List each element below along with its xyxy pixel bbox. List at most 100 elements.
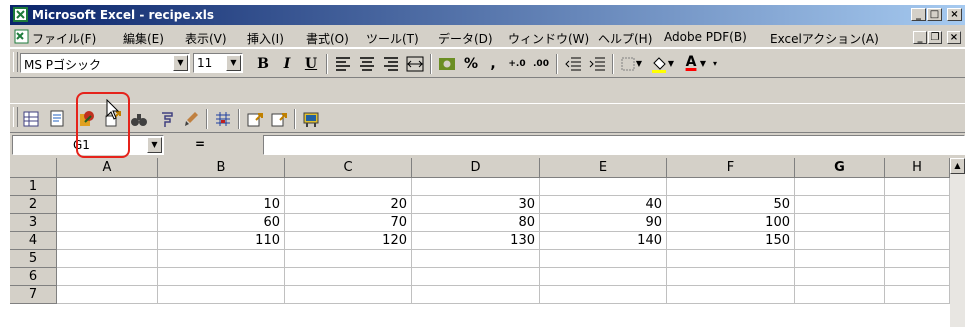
chevron-down-icon[interactable]: ▼ (173, 55, 188, 71)
decrease-decimal-button[interactable]: .00 (530, 53, 552, 75)
sheet-icon[interactable] (46, 108, 68, 130)
chevron-down-icon[interactable]: ▼ (226, 55, 241, 71)
cell-d1[interactable] (412, 178, 540, 196)
cell-b7[interactable] (158, 286, 285, 304)
cell-c7[interactable] (285, 286, 412, 304)
indent-icon[interactable] (586, 53, 608, 75)
binoculars-icon[interactable] (128, 108, 150, 130)
row-header-7[interactable]: 7 (10, 286, 57, 304)
cell-g7[interactable] (795, 286, 885, 304)
cell-b5[interactable] (158, 250, 285, 268)
menu-file[interactable]: ファイル(F) (32, 30, 96, 47)
cell-a2[interactable] (57, 196, 158, 214)
cell-b4[interactable]: 110 (158, 232, 285, 250)
menu-excel-action[interactable]: Excelアクション(A) (770, 30, 879, 47)
chevron-down-icon[interactable]: ▼ (634, 53, 644, 75)
menu-tools[interactable]: ツール(T) (366, 30, 419, 47)
row-header-6[interactable]: 6 (10, 268, 57, 286)
cell-e7[interactable] (540, 286, 667, 304)
formula-input[interactable] (263, 135, 965, 155)
formula-icon[interactable] (156, 108, 178, 130)
cell-b2[interactable]: 10 (158, 196, 285, 214)
minimize-button[interactable]: _ (911, 8, 926, 21)
cell-c4[interactable]: 120 (285, 232, 412, 250)
row-header-2[interactable]: 2 (10, 196, 57, 214)
currency-icon[interactable] (436, 53, 458, 75)
cell-e1[interactable] (540, 178, 667, 196)
cell-c3[interactable]: 70 (285, 214, 412, 232)
column-header-d[interactable]: D (412, 158, 540, 178)
cell-a5[interactable] (57, 250, 158, 268)
row-header-5[interactable]: 5 (10, 250, 57, 268)
cell-b6[interactable] (158, 268, 285, 286)
cell-b1[interactable] (158, 178, 285, 196)
cell-e6[interactable] (540, 268, 667, 286)
close-button[interactable]: × (947, 8, 962, 21)
cell-b3[interactable]: 60 (158, 214, 285, 232)
increase-decimal-button[interactable]: +.0 (506, 53, 528, 75)
cell-f6[interactable] (667, 268, 795, 286)
cell-f4[interactable]: 150 (667, 232, 795, 250)
cell-f3[interactable]: 100 (667, 214, 795, 232)
chevron-down-icon[interactable]: ▼ (698, 53, 708, 75)
column-header-h[interactable]: H (885, 158, 950, 178)
cell-a7[interactable] (57, 286, 158, 304)
row-header-4[interactable]: 4 (10, 232, 57, 250)
cell-c5[interactable] (285, 250, 412, 268)
cell-g4[interactable] (795, 232, 885, 250)
cell-d5[interactable] (412, 250, 540, 268)
cell-d4[interactable]: 130 (412, 232, 540, 250)
cell-e4[interactable]: 140 (540, 232, 667, 250)
cell-g5[interactable] (795, 250, 885, 268)
cell-a6[interactable] (57, 268, 158, 286)
font-name-select[interactable]: MS Pゴシック ▼ (20, 53, 190, 73)
menu-view[interactable]: 表示(V) (185, 30, 227, 47)
align-center-icon[interactable] (356, 53, 378, 75)
cell-h3[interactable] (885, 214, 950, 232)
align-left-icon[interactable] (332, 53, 354, 75)
chevron-down-icon[interactable]: ▼ (147, 137, 162, 153)
cell-h2[interactable] (885, 196, 950, 214)
menu-edit[interactable]: 編集(E) (123, 30, 164, 47)
underline-button[interactable]: U (300, 53, 322, 75)
column-header-c[interactable]: C (285, 158, 412, 178)
column-header-g[interactable]: G (795, 158, 885, 178)
cell-a4[interactable] (57, 232, 158, 250)
menu-insert[interactable]: 挿入(I) (247, 30, 284, 47)
italic-button[interactable]: I (276, 53, 298, 75)
maximize-button[interactable]: □ (927, 8, 942, 21)
comma-button[interactable]: , (482, 53, 504, 75)
cell-d6[interactable] (412, 268, 540, 286)
cell-g1[interactable] (795, 178, 885, 196)
scroll-up-icon[interactable]: ▲ (950, 158, 965, 174)
toolbar-grip[interactable] (13, 107, 18, 127)
toolbar-grip[interactable] (13, 52, 18, 72)
cell-d3[interactable]: 80 (412, 214, 540, 232)
align-right-icon[interactable] (380, 53, 402, 75)
font-size-select[interactable]: 11 ▼ (193, 53, 243, 73)
cell-f5[interactable] (667, 250, 795, 268)
column-header-a[interactable]: A (57, 158, 158, 178)
cell-g6[interactable] (795, 268, 885, 286)
vertical-scrollbar[interactable]: ▲ (950, 158, 965, 327)
cell-c1[interactable] (285, 178, 412, 196)
cell-e3[interactable]: 90 (540, 214, 667, 232)
row-header-3[interactable]: 3 (10, 214, 57, 232)
menu-data[interactable]: データ(D) (438, 30, 493, 47)
merge-center-icon[interactable] (404, 53, 426, 75)
doc-close-button[interactable]: × (947, 31, 961, 44)
grid-icon[interactable] (212, 108, 234, 130)
percent-button[interactable]: % (460, 53, 482, 75)
doc-restore-button[interactable]: ❐ (928, 31, 942, 44)
column-header-b[interactable]: B (158, 158, 285, 178)
cell-h5[interactable] (885, 250, 950, 268)
cell-d2[interactable]: 30 (412, 196, 540, 214)
cell-a1[interactable] (57, 178, 158, 196)
menu-window[interactable]: ウィンドウ(W) (508, 30, 589, 47)
export-icon[interactable] (244, 108, 266, 130)
row-header-1[interactable]: 1 (10, 178, 57, 196)
menu-help[interactable]: ヘルプ(H) (598, 30, 652, 47)
cell-f2[interactable]: 50 (667, 196, 795, 214)
title-bar[interactable]: Microsoft Excel - recipe.xls _ □ × (10, 5, 965, 25)
cell-c2[interactable]: 20 (285, 196, 412, 214)
